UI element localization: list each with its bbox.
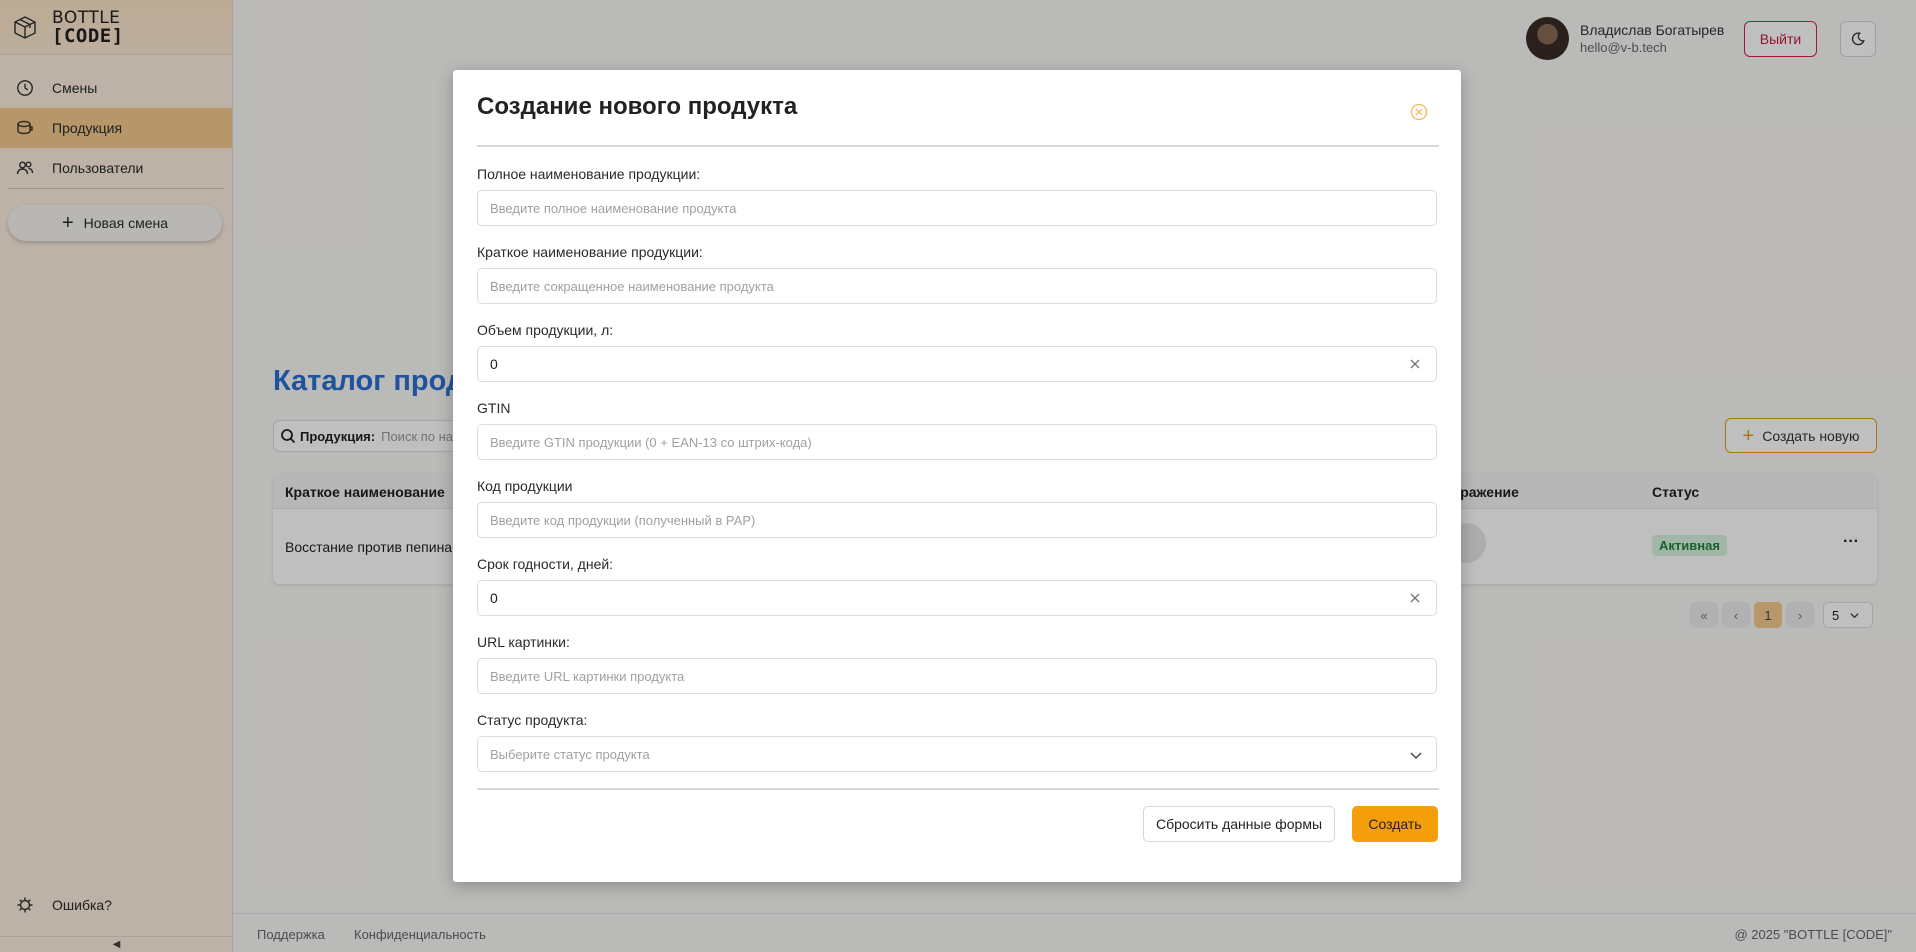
volume-input[interactable]: 0	[477, 346, 1437, 382]
full-name-label: Полное наименование продукции:	[477, 166, 701, 182]
shelf-life-value: 0	[490, 590, 498, 606]
product-code-input[interactable]: Введите код продукции (полученный в РАР)	[477, 502, 1437, 538]
product-code-label: Код продукции	[477, 478, 573, 494]
full-name-input[interactable]: Введите полное наименование продукта	[477, 190, 1437, 226]
image-url-input[interactable]: Введите URL картинки продукта	[477, 658, 1437, 694]
clear-icon[interactable]	[1408, 357, 1422, 371]
reset-form-button[interactable]: Сбросить данные формы	[1143, 806, 1335, 842]
product-code-placeholder: Введите код продукции (полученный в РАР)	[490, 512, 756, 528]
short-name-placeholder: Введите сокращенное наименование продукт…	[490, 278, 774, 294]
gtin-input[interactable]: Введите GTIN продукции (0 + EAN-13 со шт…	[477, 424, 1437, 460]
gtin-label: GTIN	[477, 400, 511, 416]
chevron-down-icon	[1410, 752, 1422, 760]
modal-title: Создание нового продукта	[477, 93, 798, 120]
create-button[interactable]: Создать	[1352, 806, 1438, 842]
create-product-modal: Создание нового продукта Полное наименов…	[453, 70, 1461, 882]
status-select[interactable]: Выберите статус продукта	[477, 736, 1437, 772]
modal-footer-divider	[477, 788, 1439, 790]
full-name-placeholder: Введите полное наименование продукта	[490, 200, 737, 216]
shelf-life-input[interactable]: 0	[477, 580, 1437, 616]
image-url-placeholder: Введите URL картинки продукта	[490, 668, 685, 684]
status-label: Статус продукта:	[477, 712, 588, 728]
short-name-input[interactable]: Введите сокращенное наименование продукт…	[477, 268, 1437, 304]
shelf-life-label: Срок годности, дней:	[477, 556, 614, 572]
volume-label: Объем продукции, л:	[477, 322, 614, 338]
close-icon[interactable]	[1409, 102, 1429, 122]
clear-icon[interactable]	[1408, 591, 1422, 605]
volume-value: 0	[490, 356, 498, 372]
short-name-label: Краткое наименование продукции:	[477, 244, 703, 260]
image-url-label: URL картинки:	[477, 634, 570, 650]
status-placeholder: Выберите статус продукта	[490, 746, 650, 762]
modal-header-divider	[477, 145, 1439, 147]
gtin-placeholder: Введите GTIN продукции (0 + EAN-13 со шт…	[490, 434, 812, 450]
